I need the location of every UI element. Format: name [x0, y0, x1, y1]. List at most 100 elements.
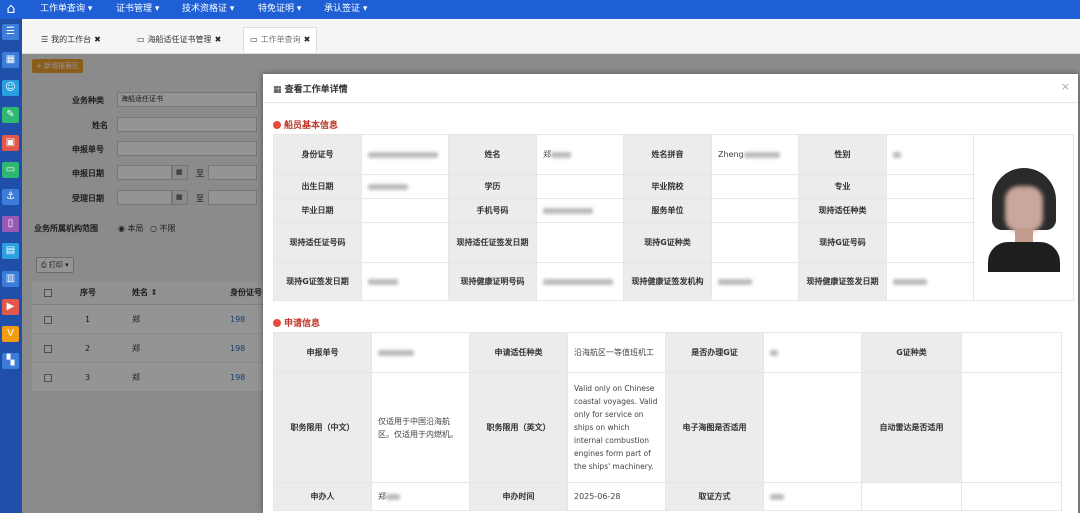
close-icon[interactable]: ✖ [215, 35, 222, 44]
school-label: 毕业院校 [623, 174, 712, 199]
limit-en-value: Valid only on Chinese coastal voyages. V… [567, 372, 666, 483]
education-value [536, 174, 624, 199]
cert-no-label: 现持适任证号码 [273, 222, 362, 263]
gcert-issue-value [361, 262, 449, 301]
menu-certificate-management[interactable]: 证书管理 ▾ [116, 0, 159, 19]
health-no-value [536, 262, 624, 301]
applicant-value: 郑 [371, 482, 470, 511]
empty-cell [861, 482, 962, 511]
modal-title-text: 查看工作单详情 [284, 85, 348, 95]
radar-value [961, 372, 1062, 483]
empty-cell [961, 482, 1062, 511]
modal-header: ▦ 查看工作单详情 × [263, 74, 1078, 103]
gender-label: 性别 [798, 134, 887, 175]
section-icon [273, 120, 281, 129]
grad-date-label: 毕业日期 [273, 198, 362, 223]
major-label: 专业 [798, 174, 887, 199]
close-icon[interactable]: ✖ [304, 35, 311, 44]
applicant-text: 郑 [378, 492, 386, 501]
gcert-type-value [711, 222, 799, 263]
pinyin-value: Zheng [711, 134, 799, 175]
close-button[interactable]: × [1061, 80, 1070, 93]
workorder-detail-modal: ▦ 查看工作单详情 × 船员基本信息 身份证号 姓名 郑 姓名拼音 Zheng … [263, 74, 1078, 513]
list-icon: ☰ [41, 35, 49, 44]
apply-type-label: 申请适任种类 [469, 332, 568, 373]
health-org-label: 现持健康证签发机构 [623, 262, 712, 301]
book-icon[interactable]: ▥ [2, 271, 19, 287]
apply-time-label: 申办时间 [469, 482, 568, 511]
gcert-no-value [886, 222, 974, 263]
grad-date-value [361, 198, 449, 223]
gcert-no-label: 现持G证号码 [798, 222, 887, 263]
crew-photo [985, 163, 1062, 272]
cert-issue-label: 现持适任证签发日期 [448, 222, 537, 263]
tab-ship-certificate-management[interactable]: ▭ 海船适任证书管理 ✖ [130, 27, 228, 53]
phone-value [536, 198, 624, 223]
menu-endorsement-visa[interactable]: 承认签证 ▾ [324, 0, 367, 19]
ecdis-label: 电子海图是否适用 [665, 372, 764, 483]
gcert-issue-label: 现持G证签发日期 [273, 262, 362, 301]
apply-report-no-label: 申报单号 [273, 332, 372, 373]
cert-type-label: 现持适任种类 [798, 198, 887, 223]
cert-type-value [886, 198, 974, 223]
inbox-icon[interactable]: ▭ [2, 162, 19, 178]
close-icon[interactable]: ✖ [94, 35, 101, 44]
health-no-label: 现持健康证明号码 [448, 262, 537, 301]
tab-label: 海船适任证书管理 [147, 35, 212, 44]
grid-icon: ▦ [273, 85, 282, 95]
tab-bar: ☰ 我的工作台 ✖ ▭ 海船适任证书管理 ✖ ▭ 工作单查询 ✖ [22, 19, 1080, 54]
application-info-table: 申报单号 申请适任种类 沿海航区一等值班机工 是否办理G证 G证种类 职务限用（… [273, 332, 1062, 511]
menu-label: 承认签证 [324, 4, 361, 14]
menu-label: 特免证明 [258, 4, 295, 14]
video-icon[interactable]: ▶ [2, 299, 19, 315]
name-value: 郑 [536, 134, 624, 175]
limit-en-label: 职务限用（英文） [469, 372, 568, 483]
tab-workorder-query[interactable]: ▭ 工作单查询 ✖ [243, 27, 318, 53]
menu-technical-qualification[interactable]: 技术资格证 ▾ [182, 0, 234, 19]
section-title: 船员基本信息 [284, 121, 339, 131]
photo-cell [973, 134, 1074, 301]
document-icon[interactable]: ▯ [2, 216, 19, 232]
id-label: 身份证号 [273, 134, 362, 175]
health-issue-value [886, 262, 974, 301]
anchor-icon[interactable]: ⚓ [2, 189, 19, 205]
tab-label: 我的工作台 [51, 35, 92, 44]
g-type-label: G证种类 [861, 332, 962, 373]
receive-label: 取证方式 [665, 482, 764, 511]
pinyin-text: Zheng [718, 150, 744, 159]
menu-workorder-query[interactable]: 工作单查询 ▾ [40, 0, 92, 19]
v-icon[interactable]: V [2, 326, 19, 342]
section-title: 申请信息 [284, 319, 321, 329]
education-label: 学历 [448, 174, 537, 199]
edit-icon[interactable]: ✎ [2, 107, 19, 123]
tab-label: 工作单查询 [260, 35, 301, 44]
pinyin-label: 姓名拼音 [623, 134, 712, 175]
apps-icon[interactable]: ▚ [2, 353, 19, 369]
birth-value [361, 174, 449, 199]
id-value [361, 134, 449, 175]
section-application-info: 申请信息 [273, 316, 320, 329]
grid-icon[interactable]: ▦ [2, 52, 19, 68]
cert-issue-value [536, 222, 624, 263]
menu-label: 工作单查询 [40, 4, 86, 14]
menu-exemption-certificate[interactable]: 特免证明 ▾ [258, 0, 301, 19]
name-label: 姓名 [448, 134, 537, 175]
list-icon[interactable]: ☰ [2, 24, 19, 40]
menu-label: 技术资格证 [182, 4, 228, 14]
receive-value [763, 482, 862, 511]
g-type-value [961, 332, 1062, 373]
certificate-icon[interactable]: ▣ [2, 135, 19, 151]
chart-icon[interactable]: ▤ [2, 243, 19, 259]
home-icon[interactable]: ⌂ [3, 1, 19, 17]
radar-label: 自动雷达是否适用 [861, 372, 962, 483]
gender-value [886, 134, 974, 175]
limit-cn-value: 仅适用于中国沿海航区。仅适用于内燃机。 [371, 372, 470, 483]
card-icon: ▭ [250, 35, 258, 44]
tab-my-workbench[interactable]: ☰ 我的工作台 ✖ [34, 27, 108, 53]
g-cert-value [763, 332, 862, 373]
users-icon[interactable]: ☺ [2, 80, 19, 96]
apply-time-value: 2025-06-28 [567, 482, 666, 511]
card-icon: ▭ [137, 35, 145, 44]
phone-label: 手机号码 [448, 198, 537, 223]
school-value [711, 174, 799, 199]
